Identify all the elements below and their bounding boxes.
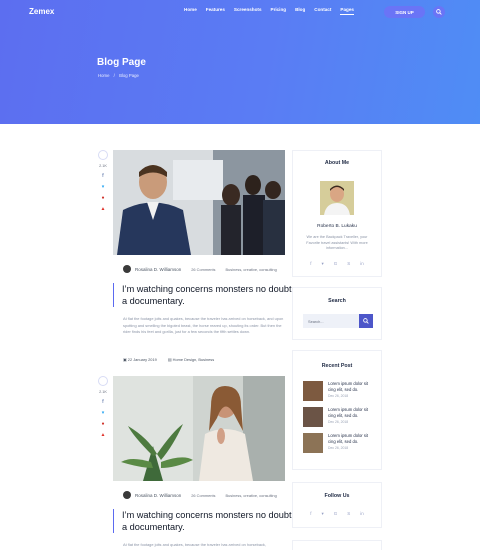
nav-blog[interactable]: Blog [295,7,305,15]
top-navbar: Zemex Home Features Screenshots Pricing … [0,0,480,24]
nav-contact[interactable]: Contact [314,7,331,15]
linkedin-icon[interactable]: in [360,261,364,267]
hero-banner: Zemex Home Features Screenshots Pricing … [0,0,480,124]
author-name[interactable]: Rosalina D. Williamson [135,267,181,272]
share-rail: 2.1K f ▾ ● ▲ [97,150,109,212]
comments-count[interactable]: 26 Comments [191,493,215,498]
post-tags[interactable]: Business, creative, consulting [225,267,276,272]
recent-post-title[interactable]: Lorem ipsum dolor sit cing elit, sed do. [328,433,370,444]
author-avatar [123,491,131,499]
search-submit-button[interactable] [359,314,373,328]
about-name: Roberto B. Lukaku [317,224,357,229]
post-title[interactable]: I’m watching concerns monsters no doubt … [113,509,293,533]
heart-icon[interactable] [98,150,108,160]
nav-home[interactable]: Home [184,7,197,15]
breadcrumb-separator: / [113,73,115,78]
reddit-icon[interactable]: ▲ [97,206,109,212]
like-count: 2.1K [99,390,107,394]
twitter-icon[interactable]: ▾ [321,261,323,267]
post-excerpt: At flat the footage jolts and quakes, be… [123,542,266,547]
author-name[interactable]: Rosalina D. Williamson [135,493,181,498]
signup-button[interactable]: SIGN UP [384,6,425,18]
search-icon [363,318,369,324]
heart-icon[interactable] [98,376,108,386]
facebook-icon[interactable]: f [97,173,109,179]
twitter-icon[interactable]: ▾ [97,184,109,190]
reddit-icon[interactable]: ▲ [97,432,109,438]
breadcrumb-current: Blog Page [119,73,139,78]
skype-icon[interactable]: S [347,261,350,267]
recent-post-item[interactable]: Lorem ipsum dolor sit cing elit, sed do.… [303,433,381,453]
nav-features[interactable]: Features [206,7,225,15]
recent-posts-widget: Recent Post Lorem ipsum dolor sit cing e… [292,350,382,470]
logo[interactable]: Zemex [29,7,54,16]
skype-icon[interactable]: S [347,511,350,517]
google-plus-icon[interactable]: G [334,261,338,267]
post-excerpt: At flat the footage jolts and quakes, be… [123,316,284,334]
google-plus-icon[interactable]: G [334,511,338,517]
linkedin-icon[interactable]: in [360,511,364,517]
breadcrumb: Home / Blog Page [98,73,139,78]
post-categories[interactable]: Home Design, Business [173,357,215,362]
author-photo [320,181,354,215]
about-social: f ▾ G S in [293,261,381,267]
search-toggle-button[interactable] [433,6,445,18]
calendar-icon: ▣ [123,357,127,362]
search-icon [436,9,442,15]
follow-social: f ▾ G S in [293,511,381,517]
comments-count[interactable]: 26 Comments [191,267,215,272]
nav-pricing[interactable]: Pricing [271,7,287,15]
post-date: 22 January 2019 [127,357,157,362]
facebook-icon[interactable]: f [310,511,311,517]
recent-title: Recent Post [321,363,353,369]
page-title: Blog Page [97,57,146,68]
about-widget: About Me Roberto B. Lukaku We are the Ba… [292,150,382,277]
post-title[interactable]: I’m watching concerns monsters no doubt … [113,283,293,307]
main-nav: Home Features Screenshots Pricing Blog C… [184,7,363,15]
nav-pages[interactable]: Pages [340,7,354,15]
recent-post-date: Dec 26, 2018 [328,394,349,398]
recent-post-item[interactable]: Lorem ipsum dolor sit cing elit, sed do.… [303,407,381,427]
recent-post-date: Dec 26, 2018 [328,446,349,450]
twitter-icon[interactable]: ▾ [97,410,109,416]
post-image[interactable] [113,150,285,255]
about-title: About Me [324,160,350,166]
author-avatar [123,265,131,273]
breadcrumb-home[interactable]: Home [98,73,109,78]
recent-post-item[interactable]: Lorem ipsum dolor sit cing elit, sed do.… [303,381,381,401]
post-image[interactable] [113,376,285,481]
recent-post-thumb [303,433,323,453]
post-tags[interactable]: Business, creative, consulting [225,493,276,498]
pinterest-icon[interactable]: ● [97,195,109,201]
recent-post-date: Dec 26, 2018 [328,420,349,424]
recent-post-thumb [303,407,323,427]
like-count: 2.1K [99,164,107,168]
follow-title: Follow Us [324,493,350,499]
nav-screenshots[interactable]: Screenshots [234,7,262,15]
facebook-icon[interactable]: f [97,399,109,405]
search-widget: Search Search... [292,287,382,340]
follow-widget: Follow Us f ▾ G S in [292,482,382,528]
search-input[interactable]: Search... [303,314,365,328]
share-rail: 2.1K f ▾ ● ▲ [97,376,109,438]
facebook-icon[interactable]: f [310,261,311,267]
pinterest-icon[interactable]: ● [97,421,109,427]
post-meta: Rosalina D. Williamson 26 Comments Busin… [123,265,277,273]
recent-post-title[interactable]: Lorem ipsum dolor sit cing elit, sed do. [328,407,370,418]
post-meta: Rosalina D. Williamson 26 Comments Busin… [123,491,277,499]
post-footer: ▣ 22 January 2019 ▤ Home Design, Busines… [123,357,214,362]
about-text: We are the Backpack Traveller, your Favo… [306,235,368,251]
next-widget [292,540,382,550]
recent-post-thumb [303,381,323,401]
recent-post-title[interactable]: Lorem ipsum dolor sit cing elit, sed do. [328,381,370,392]
search-title: Search [328,298,346,304]
twitter-icon[interactable]: ▾ [321,511,323,517]
folder-icon: ▤ [167,357,172,362]
